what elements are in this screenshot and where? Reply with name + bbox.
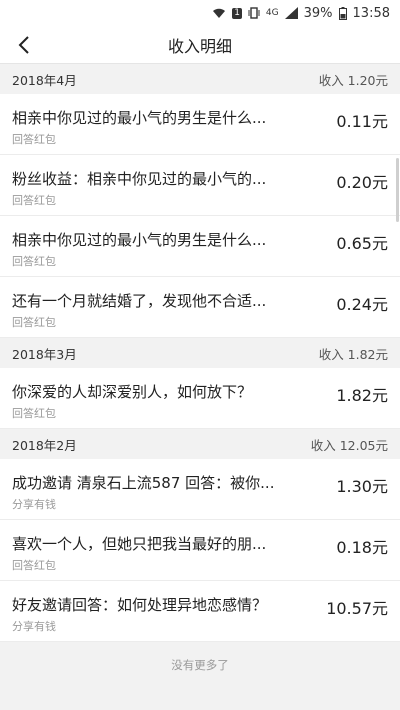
entry-source: 回答红包 (12, 255, 56, 268)
entry-amount: 0.20元 (336, 173, 388, 192)
notification-badge: 1 (232, 7, 242, 19)
entry-source: 分享有钱 (12, 620, 56, 633)
network-label: 4G (265, 8, 279, 18)
income-entry[interactable]: 粉丝收益：相亲中你见过的最小气的... 回答红包 0.20元 (0, 155, 400, 216)
signal-icon (284, 7, 298, 19)
battery-icon (338, 6, 347, 20)
income-entry[interactable]: 好友邀请回答：如何处理异地恋感情？ 分享有钱 10.57元 (0, 581, 400, 642)
entry-title: 成功邀请 清泉石上流587 回答：被你... (12, 474, 275, 492)
entry-source: 回答红包 (12, 316, 56, 329)
income-entry[interactable]: 喜欢一个人，但她只把我当最好的朋... 回答红包 0.18元 (0, 520, 400, 581)
income-entry[interactable]: 相亲中你见过的最小气的男生是什么... 回答红包 0.65元 (0, 216, 400, 277)
entry-title: 相亲中你见过的最小气的男生是什么... (12, 231, 267, 249)
entry-amount: 1.30元 (336, 477, 388, 496)
entry-source: 回答红包 (12, 559, 56, 572)
back-button[interactable] (10, 32, 38, 58)
income-entry[interactable]: 还有一个月就结婚了，发现他不合适... 回答红包 0.24元 (0, 277, 400, 338)
clock: 13:58 (352, 5, 390, 21)
entry-title: 你深爱的人却深爱别人，如何放下？ (12, 383, 253, 401)
entry-amount: 10.57元 (326, 599, 388, 618)
entry-source: 回答红包 (12, 194, 56, 207)
navigation-bar: 收入明细 (0, 26, 400, 64)
entry-amount: 0.24元 (336, 295, 388, 314)
month-total: 收入 12.05元 (310, 437, 388, 453)
entry-amount: 0.65元 (336, 234, 388, 253)
month-label: 2018年3月 (12, 346, 77, 362)
income-list: 2018年4月 收入 1.20元相亲中你见过的最小气的男生是什么... 回答红包 … (0, 64, 400, 642)
month-total: 收入 1.82元 (318, 346, 388, 362)
month-label: 2018年2月 (12, 437, 77, 453)
scrollbar[interactable] (396, 158, 399, 222)
entry-title: 喜欢一个人，但她只把我当最好的朋... (12, 535, 267, 553)
income-entry[interactable]: 你深爱的人却深爱别人，如何放下？ 回答红包 1.82元 (0, 368, 400, 429)
vibrate-icon (248, 7, 260, 19)
no-more-label: 没有更多了 (0, 642, 400, 688)
entry-source: 分享有钱 (12, 498, 56, 511)
entry-title: 还有一个月就结婚了，发现他不合适... (12, 292, 267, 310)
month-label: 2018年4月 (12, 72, 77, 88)
month-header: 2018年2月 收入 12.05元 (0, 429, 400, 459)
entry-source: 回答红包 (12, 133, 56, 146)
entry-title: 相亲中你见过的最小气的男生是什么... (12, 109, 267, 127)
battery-percent: 39% (303, 5, 333, 21)
wifi-icon (212, 7, 226, 19)
entry-amount: 0.11元 (336, 112, 388, 131)
income-entry[interactable]: 相亲中你见过的最小气的男生是什么... 回答红包 0.11元 (0, 94, 400, 155)
month-header: 2018年4月 收入 1.20元 (0, 64, 400, 94)
chevron-left-icon (18, 36, 29, 54)
entry-amount: 1.82元 (336, 386, 388, 405)
month-header: 2018年3月 收入 1.82元 (0, 338, 400, 368)
month-total: 收入 1.20元 (318, 72, 388, 88)
status-bar: 1 4G 39% 13:58 (0, 0, 400, 26)
page-title: 收入明细 (167, 36, 232, 56)
entry-title: 粉丝收益：相亲中你见过的最小气的... (12, 170, 267, 188)
entry-title: 好友邀请回答：如何处理异地恋感情？ (12, 596, 268, 614)
entry-source: 回答红包 (12, 407, 56, 420)
income-entry[interactable]: 成功邀请 清泉石上流587 回答：被你... 分享有钱 1.30元 (0, 459, 400, 520)
entry-amount: 0.18元 (336, 538, 388, 557)
